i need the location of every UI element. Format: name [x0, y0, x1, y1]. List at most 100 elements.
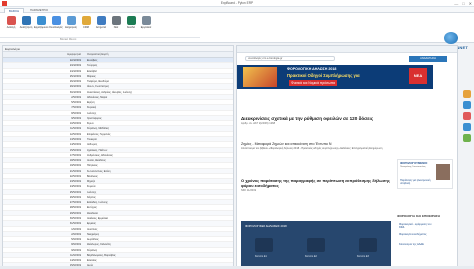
row-date: 27/5/2019 — [69, 201, 81, 205]
article-2-text: Απόσπασμα του βιβλίου «Φορολογική δήλωση… — [241, 147, 383, 150]
article-3[interactable]: Ο χρόνος παράτασης της παραγραφής σε περ… — [241, 178, 391, 192]
article-2[interactable]: Ζημίες - Μεταφορά Ζημιών και απεικόνιση … — [241, 142, 391, 150]
row-names: Ελλάδιος, Ιωάννης — [87, 201, 108, 205]
dock-button-icon[interactable] — [463, 123, 471, 131]
minimize-icon[interactable]: — — [454, 1, 458, 6]
maximize-icon[interactable]: □ — [462, 1, 464, 6]
gavel-icon — [307, 238, 325, 252]
book-cover-image — [243, 67, 277, 87]
dock-button-icon[interactable] — [463, 134, 471, 142]
row-names: Αναστάσιος, Ανδρέας, Ιάκωβος, Ιωάννης — [87, 90, 132, 94]
row-names: Ιάσων, Σωσίπατρος — [87, 85, 110, 89]
row-names: Κύριλλος, Μεθόδιος — [87, 127, 109, 131]
ribbon-button-icon — [141, 16, 151, 25]
row-date: 9/6/2019 — [71, 248, 81, 252]
promo-item-2[interactable]: Έντυπο Ε2 — [305, 255, 317, 258]
row-names: Μιχαήλ — [87, 180, 95, 184]
row-date: 7/5/2019 — [71, 106, 81, 110]
row-date: 5/6/2019 — [71, 238, 81, 242]
article-2-title[interactable]: Ζημίες - Μεταφορά Ζημιών και απεικόνιση … — [241, 142, 391, 146]
dock-button-icon[interactable] — [463, 112, 471, 120]
article-3-title[interactable]: Ο χρόνος παράτασης της παραγραφής σε περ… — [241, 178, 391, 188]
ribbon-button-icon — [81, 16, 91, 25]
row-date: 31/5/2019 — [69, 222, 81, 226]
row-date: 25/5/2019 — [69, 190, 81, 194]
row-names: Ιουλία, Θεόδοτος — [87, 159, 106, 163]
row-names: Ερμείας — [87, 222, 96, 226]
ribbon-button-icon — [21, 16, 31, 25]
site-search-input[interactable]: συναλλαγές στο e-forologia.gr — [245, 56, 335, 61]
document-icon — [255, 238, 273, 252]
row-names: Ευσέβιος — [87, 59, 98, 62]
row-date: 23/4/2019 — [69, 64, 81, 68]
promo-item-1[interactable]: Έντυπο Ε1 — [255, 255, 267, 258]
row-names: Αχίλλειος, Πλάτων — [87, 148, 108, 152]
row-names: Συμεών — [87, 185, 96, 189]
row-date: 22/5/2019 — [69, 174, 81, 178]
ribbon-button-7[interactable]: Νέα — [109, 16, 123, 29]
row-date: 2/6/2019 — [71, 232, 81, 236]
row-date: 8/6/2019 — [71, 243, 81, 247]
ribbon-group-label: Βασικό Μενού — [60, 38, 77, 41]
row-names: Χριστόφορος — [87, 116, 102, 120]
row-date: 10/5/2019 — [69, 122, 81, 126]
headline-article[interactable]: Διευκρινίσεις σχετικά με την ρύθμιση οφε… — [241, 116, 391, 125]
row-date: 29/4/2019 — [69, 85, 81, 89]
ribbon-button-1[interactable]: Αναζήτηση — [19, 16, 33, 29]
column-header-date[interactable]: Ημερομηνία — [3, 52, 83, 57]
ribbon-button-label: Διαχείριση — [65, 26, 77, 29]
right-dock — [460, 90, 474, 145]
expert-question[interactable]: Παράταση για ηλεκτρονική υποβολή — [400, 179, 438, 185]
calculator-icon — [359, 238, 377, 252]
row-date: 11/6/2019 — [70, 253, 81, 257]
row-names: Θεοδοσία — [87, 211, 98, 215]
ribbon-button-5[interactable]: CRM — [79, 16, 93, 29]
article-3-ref: ΝΣΚ 11/2019 — [241, 189, 257, 192]
tax-forms-promo[interactable]: ΦΟΡΟΛΟΓΙΚΕΣ ΔΗΛΩΣΕΙΣ 2018 Έντυπο Ε1 Έντυ… — [241, 221, 391, 266]
row-date: 14/5/2019 — [69, 143, 81, 147]
ribbon-toolbar: Αλλαγή Αναζήτηση Εργαζόμενοι Συναλλαγές Διαχ… — [0, 13, 474, 50]
row-names: Ιουστίνος — [87, 227, 98, 231]
ribbon-button-icon — [51, 16, 61, 25]
dock-button-icon[interactable] — [463, 90, 471, 98]
ribbon-button-icon — [126, 16, 136, 25]
ribbon-button-9[interactable]: Εργαλεία — [139, 16, 153, 29]
row-date: 13/5/2019 — [69, 137, 81, 141]
side-link-2[interactable]: Φορολογία εισοδήματος — [399, 233, 435, 236]
ribbon-button-0[interactable]: Αλλαγή — [4, 16, 18, 29]
row-names: Ισίδωρος — [87, 143, 98, 147]
row-date: 30/5/2019 — [69, 216, 81, 220]
row-date: 23/5/2019 — [69, 180, 81, 184]
column-header-name[interactable]: Ονομαστική Εορτή — [83, 52, 233, 57]
banner-line-1: ΦΟΡΟΛΟΓΙΚΗ ΔΗΛΩΣΗ 2018 — [287, 67, 337, 71]
dock-button-icon[interactable] — [463, 101, 471, 109]
close-icon[interactable]: ✕ — [469, 1, 472, 6]
ribbon-button-icon — [96, 16, 106, 25]
expert-box[interactable]: ΦΟΡΟΛΟΓΟΥΜΕΝΟΙ Παναγιώτης Γιαννόπουλος Π… — [397, 159, 453, 189]
row-date: 22/4/2019 — [69, 59, 81, 62]
row-date: 17/5/2019 — [69, 153, 81, 157]
ribbon-group-divider — [0, 37, 200, 38]
promo-item-3[interactable]: Έντυπο Ε3 — [357, 255, 369, 258]
row-date: 12/5/2019 — [69, 132, 81, 136]
row-date: 14/6/2019 — [69, 259, 81, 263]
row-date: 24/5/2019 — [69, 185, 81, 189]
row-names: Ελισάβετ — [87, 69, 98, 73]
row-date: 26/5/2019 — [69, 195, 81, 199]
side-link-3[interactable]: Κανονισμοί της ΑΑΔΕ — [399, 243, 435, 246]
row-names: Κάρπος — [87, 195, 96, 199]
side-link-1[interactable]: Φορολογικά - εφάρμοση του ΚΦΔ — [399, 223, 435, 229]
ribbon-button-4[interactable]: Διαχείριση — [64, 16, 78, 29]
row-date: 9/5/2019 — [71, 116, 81, 120]
ribbon-button-3[interactable]: Συναλλαγές — [49, 16, 63, 29]
site-search-button[interactable]: ΑΝΑΖΗΤΗΣΗ — [409, 56, 447, 62]
headline-title[interactable]: Διευκρινίσεις σχετικά με την ρύθμιση οφε… — [241, 116, 391, 121]
ribbon-button-label: Συναλλαγές — [49, 26, 63, 29]
ribbon-button-8[interactable]: Έσοδα — [124, 16, 138, 29]
row-names: Ανδρόνικος, Αθανάσιος — [87, 153, 113, 157]
promo-banner[interactable]: ΦΟΡΟΛΟΓΙΚΗ ΔΗΛΩΣΗ 2018 Πρακτικοί Οδηγοί … — [237, 65, 433, 89]
ribbon-button-6[interactable]: Αιτήματα — [94, 16, 108, 29]
ribbon-button-icon — [6, 16, 16, 25]
row-names: Ελισαίος — [87, 259, 97, 263]
ribbon-button-2[interactable]: Εργαζόμενοι — [34, 16, 48, 29]
